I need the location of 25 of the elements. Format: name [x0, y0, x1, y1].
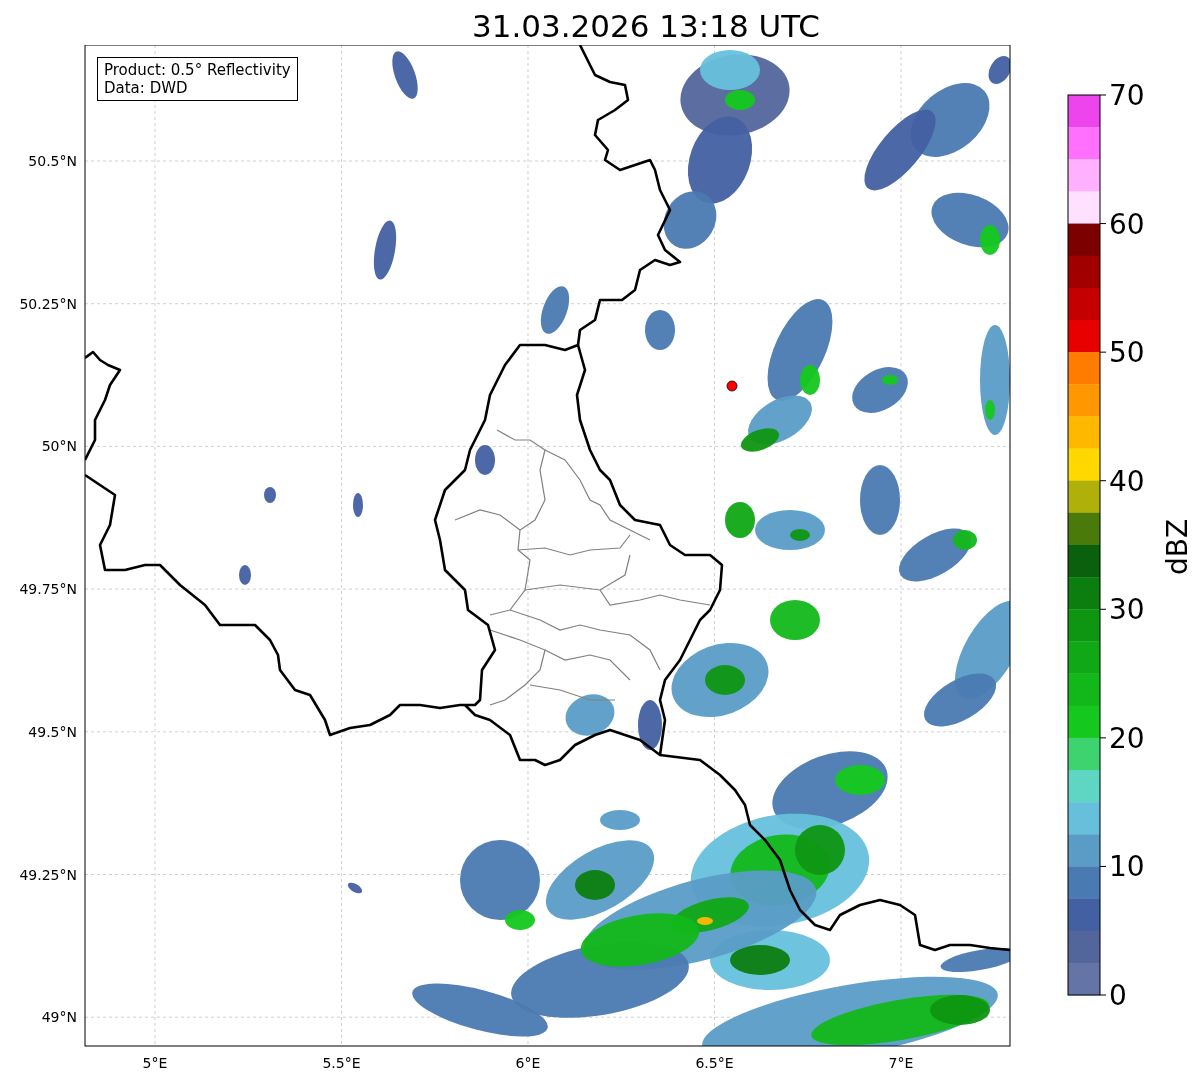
latitude-label: 49.5°N [28, 723, 77, 740]
colorbar-tick-label: 10 [1109, 850, 1145, 884]
colorbar-tick-label: 0 [1109, 979, 1127, 1012]
colorbar-label: dBZ [1161, 518, 1194, 576]
radar-site-marker-icon [726, 380, 738, 392]
longitude-label: 6°E [515, 1055, 541, 1071]
latitude-label: 50.25°N [19, 295, 77, 312]
longitude-label: 5°E [142, 1055, 168, 1071]
colorbar-tick-label: 70 [1109, 79, 1145, 112]
latitude-label: 49°N [41, 1009, 77, 1026]
legend-text: Product: 0.5° Reflectivity [104, 61, 291, 79]
legend-text: Data: DWD [104, 79, 189, 97]
longitude-label: 6.5°E [695, 1055, 734, 1071]
longitude-label: 7°E [888, 1055, 914, 1071]
longitude-label: 5.5°E [322, 1055, 361, 1071]
colorbar-tick-label: 50 [1109, 336, 1145, 370]
colorbar-tick-label: 30 [1109, 593, 1145, 627]
latitude-label: 50.5°N [28, 153, 77, 169]
colorbar-tick-label: 20 [1109, 721, 1145, 755]
latitude-label: 50°N [41, 438, 77, 455]
latitude-label: 49.25°N [19, 866, 77, 883]
chart-title: 31.03.2026 13:18 UTC [472, 7, 820, 45]
latitude-label: 49.75°N [19, 581, 77, 598]
colorbar-tick-label: 60 [1109, 207, 1145, 241]
colorbar-tick-label: 40 [1109, 464, 1145, 498]
